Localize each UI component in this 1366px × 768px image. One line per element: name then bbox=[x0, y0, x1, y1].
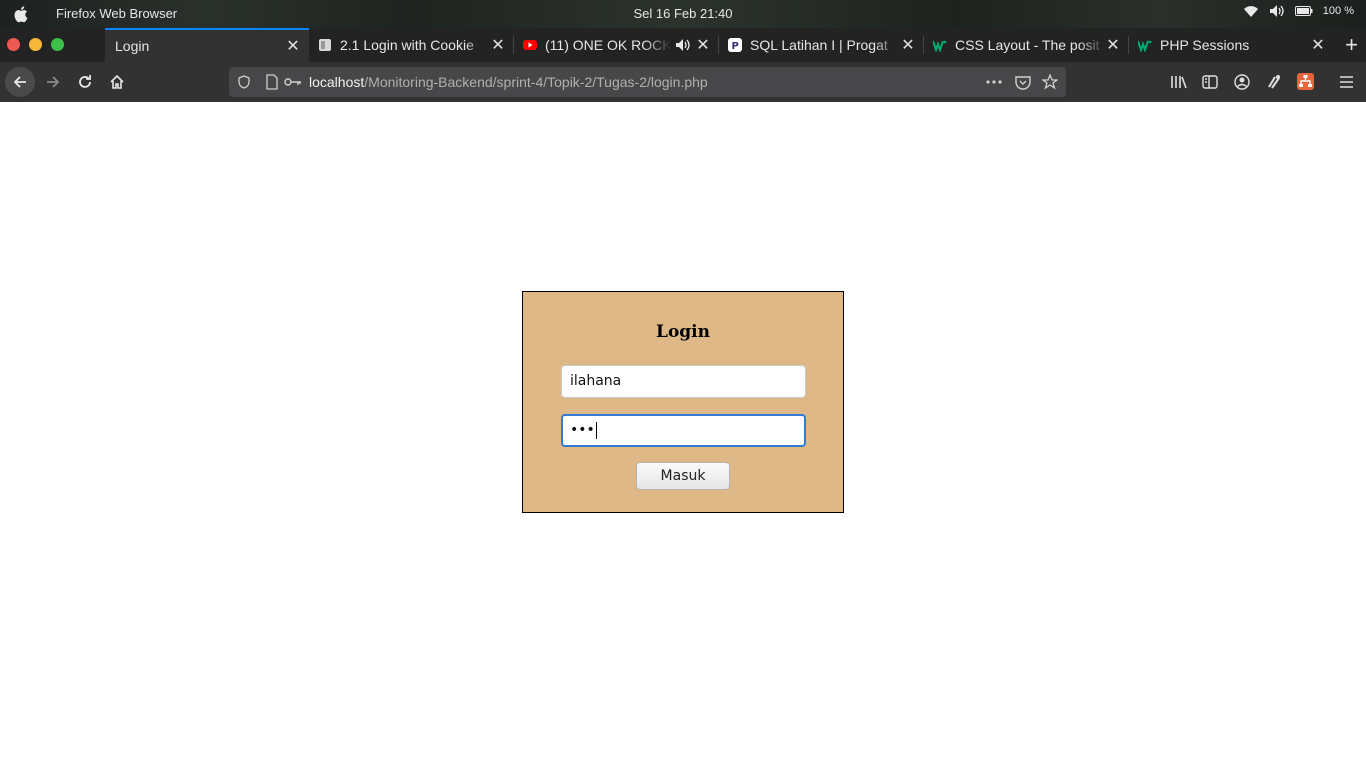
text-cursor bbox=[595, 421, 597, 439]
close-tab-icon[interactable]: ✕ bbox=[1105, 35, 1121, 55]
page-content: Login ilahana ••• Masuk bbox=[0, 102, 1366, 768]
tab-label: Login bbox=[115, 38, 285, 54]
close-window-button[interactable] bbox=[7, 38, 20, 51]
password-input[interactable]: ••• bbox=[561, 414, 806, 447]
extension-sitemap-icon[interactable] bbox=[1297, 73, 1314, 90]
username-input[interactable]: ilahana bbox=[561, 365, 806, 398]
back-button[interactable] bbox=[5, 67, 35, 97]
maximize-window-button[interactable] bbox=[51, 38, 64, 51]
url-host: localhost bbox=[309, 74, 365, 90]
arrow-left-icon bbox=[13, 76, 26, 88]
w3schools-icon bbox=[1138, 40, 1152, 52]
tab-php-sessions[interactable]: PHP Sessions ✕ bbox=[1130, 28, 1334, 62]
hamburger-menu-icon[interactable] bbox=[1339, 75, 1354, 89]
reload-icon bbox=[79, 75, 91, 88]
close-tab-icon[interactable]: ✕ bbox=[490, 35, 506, 55]
library-icon[interactable] bbox=[1170, 74, 1187, 90]
tracking-protection-shield-icon[interactable] bbox=[237, 75, 251, 89]
svg-text:P: P bbox=[732, 41, 739, 52]
w3schools-icon bbox=[933, 40, 947, 52]
tab-label: 2.1 Login with Cookie bbox=[340, 37, 490, 53]
tab-label: (11) ONE OK ROCK bbox=[545, 37, 671, 53]
submit-button[interactable]: Masuk bbox=[636, 462, 730, 490]
tab-separator bbox=[513, 36, 514, 54]
account-icon[interactable] bbox=[1234, 74, 1250, 90]
page-icon bbox=[319, 39, 331, 51]
arrow-right-icon bbox=[47, 76, 60, 88]
battery-percentage: 100 % bbox=[1322, 5, 1354, 17]
page-actions-icon[interactable] bbox=[986, 80, 1002, 84]
close-tab-icon[interactable]: ✕ bbox=[285, 36, 301, 56]
sidebar-icon[interactable] bbox=[1202, 74, 1218, 90]
youtube-icon bbox=[523, 40, 537, 50]
tab-progate[interactable]: P SQL Latihan I | Progat ✕ bbox=[720, 28, 924, 62]
key-icon[interactable] bbox=[284, 76, 302, 88]
username-value: ilahana bbox=[570, 373, 622, 389]
tab-label: PHP Sessions bbox=[1160, 37, 1310, 53]
tab-css-layout[interactable]: CSS Layout - The posit ✕ bbox=[925, 28, 1129, 62]
battery-icon[interactable] bbox=[1294, 5, 1313, 17]
tab-label: CSS Layout - The posit bbox=[955, 37, 1105, 53]
bookmark-star-icon[interactable] bbox=[1042, 74, 1058, 90]
wifi-icon[interactable] bbox=[1243, 4, 1259, 18]
forward-button[interactable] bbox=[38, 67, 68, 97]
tab-separator bbox=[923, 36, 924, 54]
new-tab-button[interactable]: + bbox=[1345, 32, 1358, 58]
progate-icon: P bbox=[728, 38, 742, 52]
tab-youtube[interactable]: (11) ONE OK ROCK ✕ bbox=[515, 28, 719, 62]
login-title: Login bbox=[656, 322, 710, 342]
tab-login-with-cookie[interactable]: 2.1 Login with Cookie ✕ bbox=[310, 28, 514, 62]
minimize-window-button[interactable] bbox=[29, 38, 42, 51]
navigation-bar: localhost/Monitoring-Backend/sprint-4/To… bbox=[0, 62, 1366, 102]
pocket-icon[interactable] bbox=[1015, 75, 1031, 90]
url-text[interactable]: localhost/Monitoring-Backend/sprint-4/To… bbox=[309, 74, 708, 90]
close-tab-icon[interactable]: ✕ bbox=[1310, 35, 1326, 55]
page-info-icon[interactable] bbox=[265, 74, 279, 90]
home-icon bbox=[110, 74, 124, 89]
tab-login[interactable]: Login ✕ bbox=[105, 28, 309, 62]
login-form: Login ilahana ••• Masuk bbox=[522, 291, 844, 513]
audio-playing-icon[interactable] bbox=[675, 38, 691, 52]
clock[interactable]: Sel 16 Feb 21:40 bbox=[0, 6, 1366, 21]
system-tray: 100 % bbox=[1243, 4, 1354, 18]
password-mask: ••• bbox=[570, 422, 595, 438]
close-tab-icon[interactable]: ✕ bbox=[695, 35, 711, 55]
url-path: /Monitoring-Backend/sprint-4/Topik-2/Tug… bbox=[364, 74, 708, 90]
close-tab-icon[interactable]: ✕ bbox=[900, 35, 916, 55]
tab-strip: Login ✕ 2.1 Login with Cookie ✕ (11) ONE… bbox=[0, 28, 1366, 62]
url-bar[interactable]: localhost/Monitoring-Backend/sprint-4/To… bbox=[229, 67, 1066, 97]
volume-icon[interactable] bbox=[1269, 4, 1285, 18]
tab-label: SQL Latihan I | Progat bbox=[750, 37, 900, 53]
tab-separator bbox=[718, 36, 719, 54]
tab-separator bbox=[1128, 36, 1129, 54]
reload-button[interactable] bbox=[70, 67, 100, 97]
os-top-bar: Firefox Web Browser Sel 16 Feb 21:40 100… bbox=[0, 0, 1366, 28]
home-button[interactable] bbox=[102, 67, 132, 97]
extension-paw-icon[interactable] bbox=[1266, 74, 1282, 90]
